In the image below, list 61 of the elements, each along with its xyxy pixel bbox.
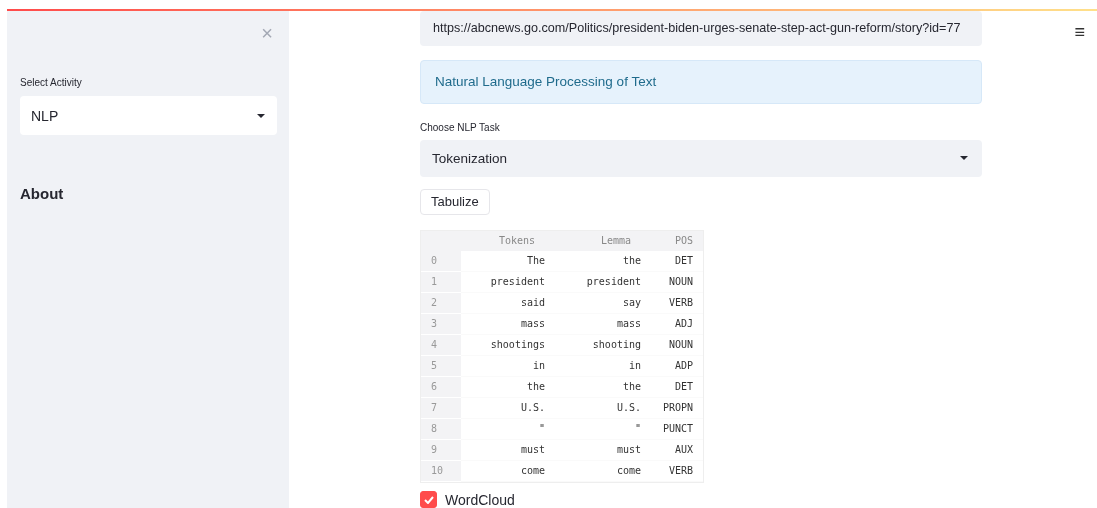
column-header: Lemma — [545, 231, 641, 251]
table-cell: president — [461, 272, 545, 293]
menu-icon[interactable]: ≡ — [1074, 22, 1085, 43]
row-index: 3 — [421, 314, 461, 334]
table-cell: PUNCT — [641, 419, 703, 440]
table-cell: shooting — [545, 335, 641, 356]
table-cell: mass — [461, 314, 545, 335]
table-cell: " — [545, 419, 641, 440]
table-cell: PROPN — [641, 398, 703, 419]
table-cell: AUX — [641, 440, 703, 461]
info-box: Natural Language Processing of Text — [420, 59, 982, 104]
table-cell: come — [461, 461, 545, 482]
row-index: 4 — [421, 335, 461, 355]
row-index: 8 — [421, 419, 461, 439]
task-select[interactable]: Tokenization — [420, 140, 982, 177]
row-index: 6 — [421, 377, 461, 397]
table-cell: VERB — [641, 461, 703, 482]
table-cell: DET — [641, 377, 703, 398]
table-cell: in — [545, 356, 641, 377]
table-cell: ADJ — [641, 314, 703, 335]
table-cell: the — [461, 377, 545, 398]
check-icon — [423, 495, 434, 504]
task-label: Choose NLP Task — [420, 122, 501, 133]
table-cell: ADP — [641, 356, 703, 377]
table-cell: in — [461, 356, 545, 377]
table-cell: NOUN — [641, 335, 703, 356]
table-cell: the — [545, 251, 641, 272]
table-cell: said — [461, 293, 545, 314]
table-cell: shootings — [461, 335, 545, 356]
row-index: 1 — [421, 272, 461, 292]
caret-icon — [257, 113, 265, 118]
caret-icon — [960, 156, 968, 161]
table-cell: VERB — [641, 293, 703, 314]
row-index: 0 — [421, 251, 461, 271]
table-cell: NOUN — [641, 272, 703, 293]
table-cell: the — [545, 377, 641, 398]
url-field[interactable]: https://abcnews.go.com/Politics/president-biden-urges-senate-step-act-gun-reform/story?id=77 — [420, 11, 982, 46]
table-cell: " — [461, 419, 545, 440]
table-cell: say — [545, 293, 641, 314]
about-heading: About — [20, 185, 65, 202]
row-index: 9 — [421, 440, 461, 460]
row-index: 2 — [421, 293, 461, 313]
row-index: 5 — [421, 356, 461, 376]
activity-select[interactable]: NLP — [20, 96, 277, 135]
table-cell: mass — [545, 314, 641, 335]
column-header: Tokens — [461, 231, 545, 251]
column-header: POS — [641, 231, 703, 251]
table-cell: The — [461, 251, 545, 272]
table-cell: come — [545, 461, 641, 482]
table-cell: U.S. — [545, 398, 641, 419]
checkbox-label: WordCloud — [445, 491, 515, 508]
table-cell: U.S. — [461, 398, 545, 419]
checkbox[interactable] — [420, 491, 437, 508]
select-label: Select Activity — [20, 77, 83, 88]
row-index: 10 — [421, 461, 461, 481]
table-cell: must — [461, 440, 545, 461]
row-index: 7 — [421, 398, 461, 418]
table-cell: must — [545, 440, 641, 461]
table-cell: president — [545, 272, 641, 293]
table-cell: DET — [641, 251, 703, 272]
tabulize-button[interactable]: Tabulize — [420, 188, 490, 215]
